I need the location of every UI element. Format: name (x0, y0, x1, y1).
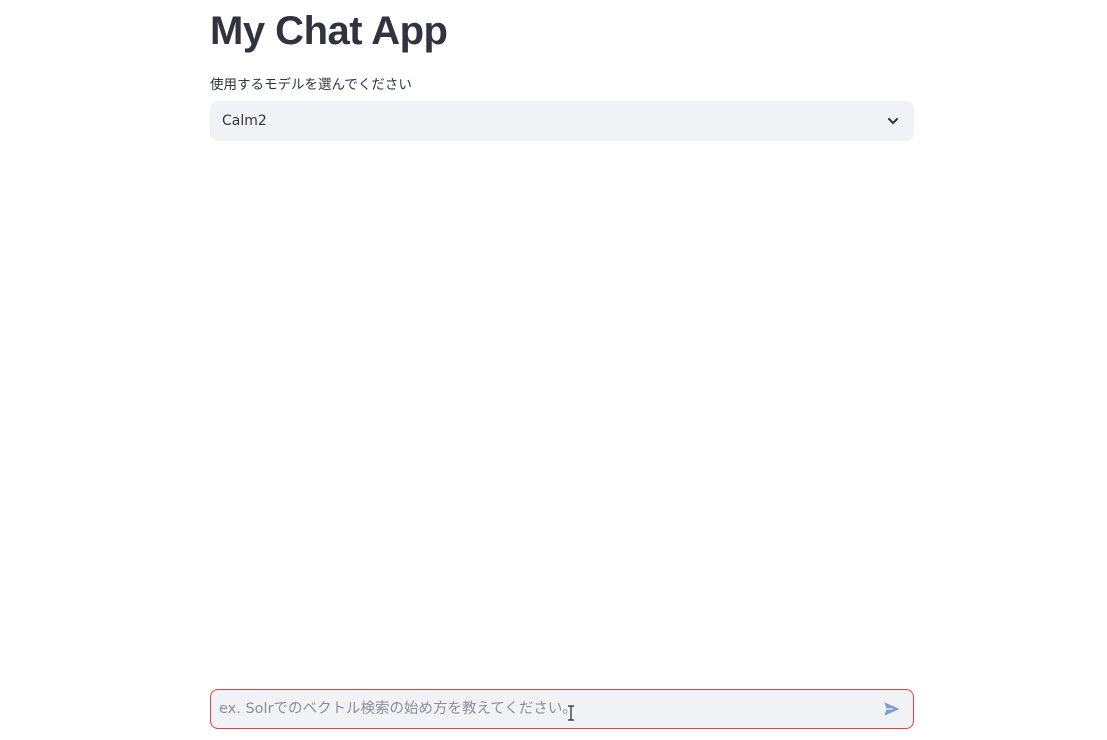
model-select-value: Calm2 (222, 113, 267, 129)
text-cursor-icon (568, 705, 574, 721)
model-select[interactable]: Calm2 (210, 101, 914, 141)
send-button[interactable] (879, 696, 905, 722)
chat-input-container (210, 689, 914, 729)
send-icon (884, 702, 900, 716)
page-title: My Chat App (210, 9, 448, 53)
app-root: My Chat App 使用するモデルを選んでください Calm2 (0, 0, 1107, 740)
model-select-label: 使用するモデルを選んでください (210, 77, 412, 93)
chat-input[interactable] (219, 690, 869, 728)
chevron-down-icon (888, 118, 898, 124)
